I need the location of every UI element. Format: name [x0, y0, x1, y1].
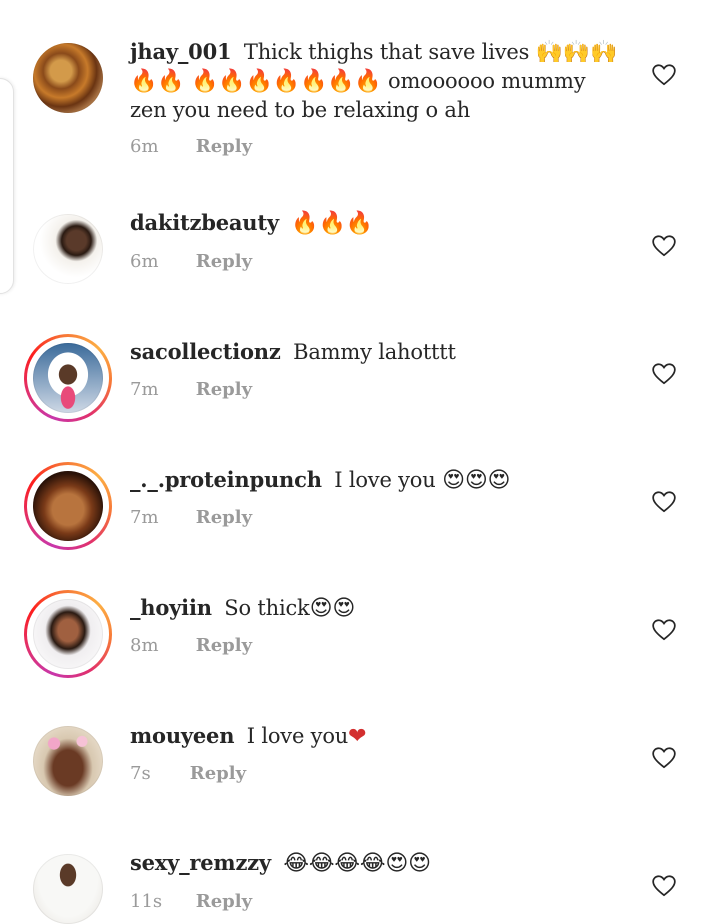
comment-time: 6m [130, 136, 159, 157]
avatar-image [33, 43, 103, 113]
comment-body: I love you [246, 724, 349, 748]
avatar-image [33, 854, 103, 924]
comment-username[interactable]: jhay_001 [130, 39, 232, 64]
avatar-image [33, 471, 103, 541]
avatar-story-ring[interactable] [24, 590, 112, 678]
comment-text: jhay_001 Thick thighs that save lives 🙌🙌… [130, 38, 620, 124]
comment-meta: 7m Reply [130, 507, 252, 528]
comment-meta: 6m Reply [130, 251, 252, 272]
reply-button[interactable]: Reply [196, 635, 252, 656]
comment-emoji: 😍😍😍 [442, 468, 511, 493]
comment-emoji: ❤ [348, 724, 367, 749]
reply-button[interactable]: Reply [196, 136, 252, 157]
reply-button[interactable]: Reply [190, 763, 246, 784]
avatar-story-ring[interactable] [24, 462, 112, 550]
comment-emoji: 🔥🔥🔥 [291, 211, 373, 236]
comment-time: 11s [130, 891, 163, 912]
comment-username[interactable]: mouyeen [130, 723, 234, 748]
avatar[interactable] [33, 214, 103, 284]
comment-time: 7s [130, 763, 151, 784]
avatar-image [33, 726, 103, 796]
avatar[interactable] [33, 43, 103, 113]
comment-meta: 6m Reply [130, 136, 252, 157]
comment-time: 7m [130, 379, 159, 400]
like-heart-icon[interactable] [651, 873, 677, 899]
reply-button[interactable]: Reply [196, 507, 252, 528]
comment-text: sacollectionz Bammy lahotttt [130, 338, 620, 366]
like-heart-icon[interactable] [651, 745, 677, 771]
avatar[interactable] [33, 726, 103, 796]
like-heart-icon[interactable] [651, 62, 677, 88]
comment-meta: 11s Reply [130, 891, 252, 912]
comment-text: _hoyiin So thick😍😍 [130, 594, 620, 623]
avatar-image [33, 343, 103, 413]
avatar-story-ring[interactable] [24, 334, 112, 422]
comment-emoji: 😂😂😂😂😍😍 [283, 851, 431, 876]
comment-username[interactable]: sacollectionz [130, 339, 281, 364]
comment-emoji: 😍😍 [309, 596, 356, 621]
comment-username[interactable]: dakitzbeauty [130, 210, 279, 235]
avatar-image [33, 599, 103, 669]
comment-text: dakitzbeauty 🔥🔥🔥 [130, 209, 620, 238]
comment-text: sexy_remzzy 😂😂😂😂😍😍 [130, 849, 620, 878]
comment-time: 8m [130, 635, 159, 656]
comment-time: 7m [130, 507, 159, 528]
comment-meta: 7m Reply [130, 379, 252, 400]
avatar-image [33, 214, 103, 284]
like-heart-icon[interactable] [651, 233, 677, 259]
comment-time: 6m [130, 251, 159, 272]
comment-body: I love you [334, 468, 436, 492]
reply-button[interactable]: Reply [196, 379, 252, 400]
like-heart-icon[interactable] [651, 489, 677, 515]
comment-body: Bammy lahotttt [293, 340, 456, 364]
like-heart-icon[interactable] [651, 361, 677, 387]
comment-body: So thick [224, 596, 310, 620]
comment-text: _._.proteinpunch I love you 😍😍😍 [130, 466, 620, 495]
like-heart-icon[interactable] [651, 617, 677, 643]
comment-username[interactable]: sexy_remzzy [130, 850, 271, 875]
reply-button[interactable]: Reply [196, 891, 252, 912]
comment-username[interactable]: _._.proteinpunch [130, 467, 322, 492]
avatar[interactable] [33, 854, 103, 924]
comment-meta: 8m Reply [130, 635, 252, 656]
comment-text: mouyeen I love you❤ [130, 722, 620, 751]
reply-button[interactable]: Reply [196, 251, 252, 272]
comment-meta: 7s Reply [130, 763, 246, 784]
side-drawer-handle[interactable] [0, 78, 14, 294]
comment-body: Thick thighs that save lives [243, 40, 530, 64]
comment-username[interactable]: _hoyiin [130, 595, 212, 620]
